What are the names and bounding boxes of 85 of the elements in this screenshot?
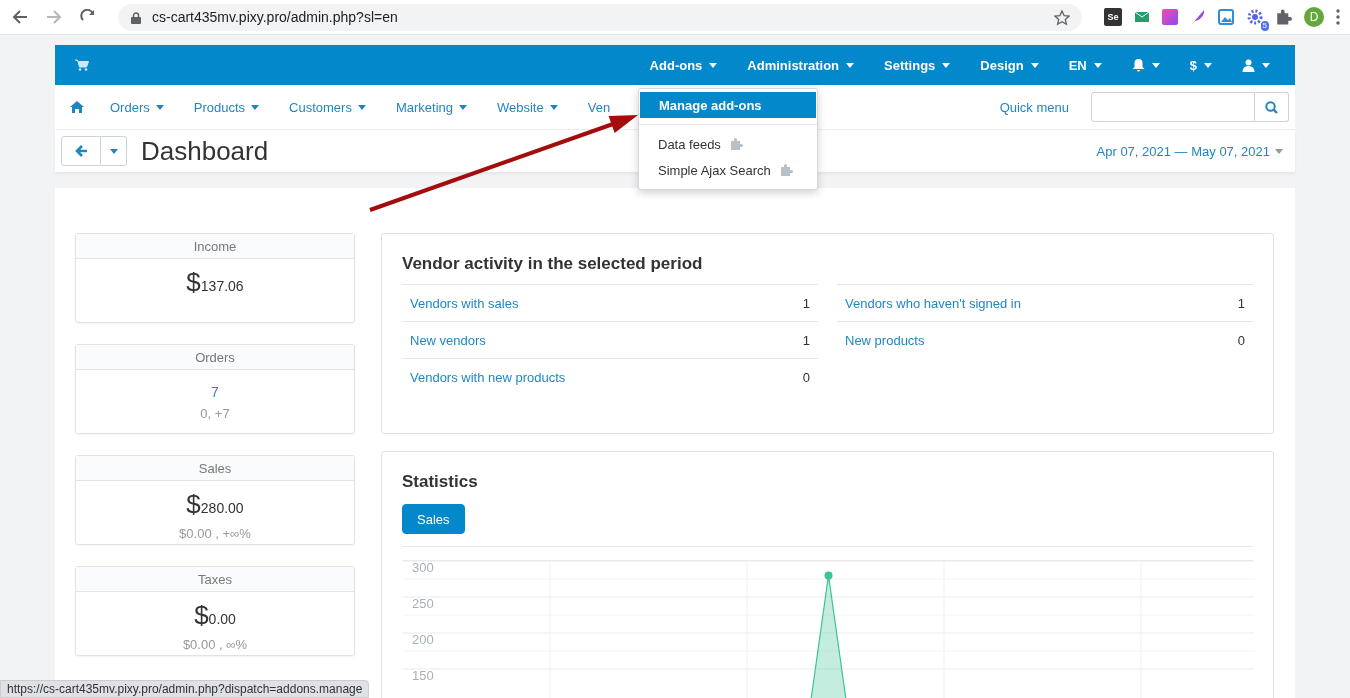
vendor-stat-link[interactable]: Vendors with new products	[410, 369, 566, 385]
card-title: Taxes	[198, 571, 232, 587]
axis-label: 200	[412, 632, 434, 647]
currency-sign: $	[186, 267, 201, 298]
caret-icon	[1262, 62, 1270, 68]
address-field[interactable]: cs-cart435mv.pixy.pro/admin.php?sl=en	[118, 3, 1082, 31]
menu-item[interactable]: Settings	[884, 45, 951, 85]
feather-icon[interactable]	[1190, 9, 1206, 25]
card-title: Orders	[195, 349, 235, 365]
envelope-icon[interactable]	[1134, 10, 1150, 24]
vendor-stat-value: 0	[802, 369, 810, 385]
image-icon[interactable]	[1218, 9, 1234, 25]
date-range-picker[interactable]: Apr 07, 2021 — May 07, 2021	[1096, 143, 1283, 159]
dropdown-item[interactable]: Data feeds	[639, 131, 817, 157]
dropdown-item[interactable]: Manage add-ons	[640, 92, 816, 118]
vendor-stat-link[interactable]: Vendors who haven't signed in	[845, 295, 1021, 311]
nav-item[interactable]: Products	[193, 99, 260, 115]
caret-icon	[1275, 148, 1283, 154]
menu-item[interactable]: Design	[980, 45, 1039, 85]
stat-value: 280.00	[200, 500, 244, 516]
caret-icon	[709, 62, 718, 68]
nav-item[interactable]: Marketing	[395, 99, 467, 115]
data-point	[824, 571, 833, 580]
profile-avatar[interactable]: D	[1304, 7, 1324, 27]
status-bar: https://cs-cart435mv.pixy.pro/admin.php?dispatch=addons.manage	[0, 680, 370, 698]
caret-icon	[846, 62, 855, 68]
badge: 5	[1260, 21, 1269, 31]
menu-icon[interactable]	[1336, 9, 1340, 25]
card-title: Sales	[198, 460, 232, 476]
menu-item[interactable]: Administration	[747, 45, 855, 85]
puzzle-icon[interactable]	[1276, 9, 1292, 25]
axis-label: 150	[412, 668, 434, 683]
gear-icon[interactable]	[1246, 8, 1264, 26]
stat-value: 137.06	[200, 278, 244, 294]
extension-icon[interactable]: Se	[1104, 8, 1122, 26]
card-title: Income	[193, 238, 237, 254]
stat-change: $0.00 , ∞%	[182, 637, 248, 652]
dropdown-item[interactable]: Simple Ajax Search	[639, 157, 817, 183]
vendor-stat-value: 1	[802, 295, 810, 311]
caret-icon	[1093, 62, 1102, 68]
vendor-stat-value: 1	[802, 332, 810, 348]
menu-item[interactable]: Add-ons	[649, 45, 718, 85]
nav-item[interactable]: Customers	[289, 99, 366, 115]
search-field[interactable]	[1091, 92, 1255, 122]
dropdown-toggle-button[interactable]	[101, 136, 127, 166]
caret-icon	[1204, 62, 1212, 68]
vendor-stat-link[interactable]: New products	[845, 332, 925, 348]
caret-icon	[1151, 62, 1160, 68]
puzzle-icon	[779, 164, 793, 176]
menu-item[interactable]: $	[1189, 45, 1212, 85]
back-button[interactable]	[61, 136, 101, 166]
cart-icon[interactable]	[75, 59, 89, 71]
page-title: Dashboard	[141, 135, 269, 167]
stat-change: $0.00 , +∞%	[179, 526, 251, 541]
arrow-left-icon	[74, 145, 88, 157]
card-title: Vendor activity in the selected period	[402, 254, 704, 274]
vendor-stat-value: 1	[1237, 295, 1245, 311]
caret-icon	[1030, 62, 1039, 68]
axis-label: 300	[412, 560, 434, 575]
search-button[interactable]	[1255, 92, 1289, 122]
menu-item[interactable]: EN	[1068, 45, 1102, 85]
vendor-stat-link[interactable]: New vendors	[410, 332, 486, 348]
stat-link[interactable]: 7	[211, 384, 219, 400]
vendor-stat-value: 0	[1237, 332, 1245, 348]
axis-label: 250	[412, 596, 434, 611]
puzzle-icon	[729, 138, 743, 150]
bell-icon	[1131, 58, 1145, 72]
search-icon	[1265, 100, 1278, 114]
quick-menu-link[interactable]: Quick menu	[999, 99, 1069, 115]
caret-icon	[109, 148, 118, 154]
home-icon[interactable]	[70, 101, 84, 113]
currency-sign: $	[186, 489, 201, 520]
lock-icon	[131, 11, 141, 24]
caret-icon	[942, 62, 951, 68]
nav-item[interactable]: Ven	[587, 99, 611, 115]
vendor-stat-link[interactable]: Vendors with sales	[410, 295, 519, 311]
user-icon	[1242, 58, 1255, 72]
card-title: Statistics	[402, 472, 479, 492]
stat-change: 0, +7	[200, 406, 230, 421]
tab[interactable]: Sales	[402, 504, 465, 534]
currency-sign: $	[194, 600, 209, 631]
star-icon[interactable]	[1054, 9, 1070, 26]
nav-item[interactable]: Orders	[110, 99, 164, 115]
stat-value: 0.00	[208, 611, 236, 627]
nav-item[interactable]: Website	[497, 99, 558, 115]
